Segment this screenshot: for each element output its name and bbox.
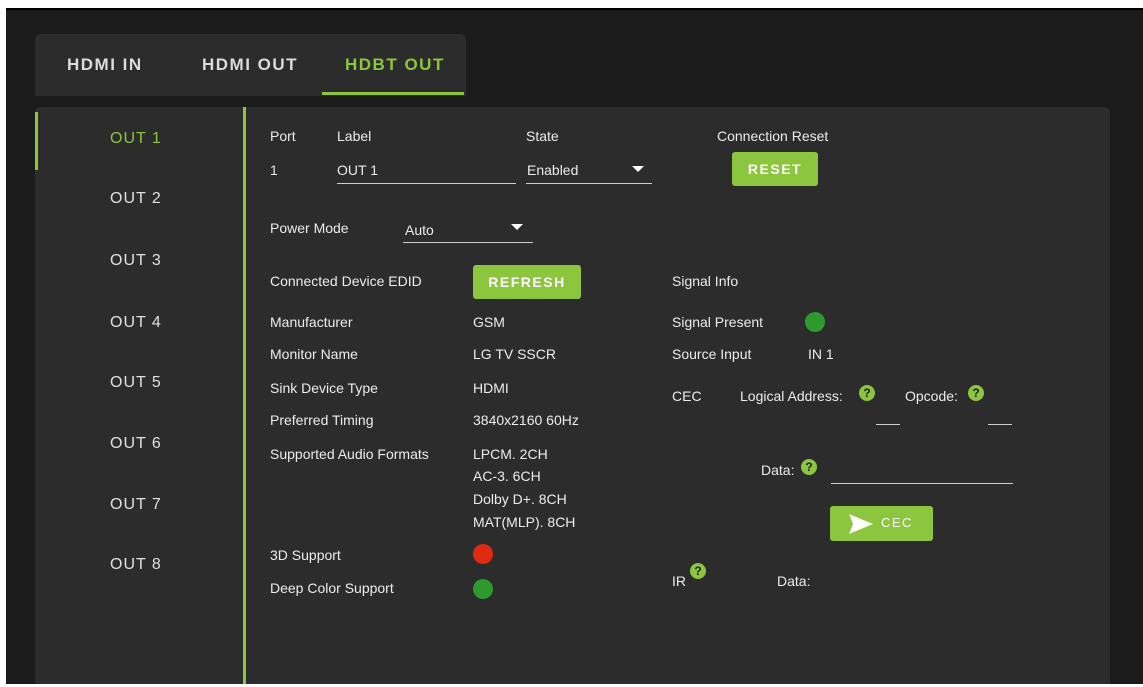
power-mode-underline [403, 242, 533, 243]
sidebar-item-out-1[interactable]: OUT 1 [110, 130, 162, 148]
opcode-input[interactable] [988, 424, 1012, 425]
manufacturer-value: GSM [473, 314, 505, 330]
signal-present-label: Signal Present [672, 314, 764, 330]
3d-support-status-indicator [473, 544, 493, 564]
signal-info-title: Signal Info [672, 273, 739, 289]
output-type-tabs: HDMI IN HDMI OUT HDBT OUT [35, 34, 466, 96]
sidebar-item-out-2[interactable]: OUT 2 [110, 190, 162, 208]
send-cec-button[interactable]: CEC [830, 506, 933, 541]
audio-format-item: AC-3. 6CH [473, 468, 541, 484]
deep-color-status-indicator [473, 579, 493, 599]
window-frame-top [0, 0, 1143, 8]
sidebar-item-out-8[interactable]: OUT 8 [110, 556, 162, 574]
manufacturer-label: Manufacturer [270, 314, 353, 330]
tab-hdmi-in[interactable]: HDMI IN [67, 34, 143, 96]
power-mode-label: Power Mode [270, 220, 349, 236]
ir-label: IR [672, 573, 686, 589]
chevron-down-icon[interactable] [511, 224, 523, 230]
tab-hdbt-out[interactable]: HDBT OUT [345, 34, 445, 96]
monitor-name-value: LG TV SSCR [473, 346, 556, 362]
connection-reset-header: Connection Reset [717, 128, 829, 144]
preferred-timing-label: Preferred Timing [270, 412, 374, 428]
ir-data-label: Data: [777, 573, 811, 589]
state-select-underline [526, 183, 652, 184]
port-header: Port [270, 128, 296, 144]
deep-color-label: Deep Color Support [270, 580, 394, 596]
active-tab-indicator [322, 92, 464, 95]
source-input-label: Source Input [672, 346, 752, 362]
reset-button[interactable]: RESET [732, 152, 818, 186]
power-mode-value[interactable]: Auto [405, 222, 434, 238]
sidebar-item-out-5[interactable]: OUT 5 [110, 374, 162, 392]
sidebar-item-out-7[interactable]: OUT 7 [110, 496, 162, 514]
signal-present-indicator [805, 312, 825, 332]
edid-title: Connected Device EDID [270, 273, 422, 289]
preferred-timing-value: 3840x2160 60Hz [473, 412, 579, 428]
state-header: State [526, 128, 559, 144]
audio-formats-label: Supported Audio Formats [270, 446, 429, 462]
sink-type-label: Sink Device Type [270, 380, 378, 396]
audio-format-item: LPCM. 2CH [473, 446, 548, 462]
sidebar-item-out-3[interactable]: OUT 3 [110, 252, 162, 270]
state-select-value[interactable]: Enabled [527, 162, 578, 178]
send-icon [849, 514, 873, 534]
help-icon[interactable]: ? [690, 563, 706, 579]
tab-hdmi-out[interactable]: HDMI OUT [202, 34, 298, 96]
audio-format-item: Dolby D+. 8CH [473, 491, 567, 507]
opcode-label: Opcode: [905, 388, 958, 404]
sidebar-divider [243, 107, 246, 687]
label-header: Label [337, 128, 372, 144]
help-icon[interactable]: ? [801, 459, 817, 475]
cec-data-input[interactable] [831, 483, 1013, 484]
refresh-button[interactable]: REFRESH [473, 265, 581, 299]
label-field-underline [337, 183, 516, 184]
logical-address-input[interactable] [876, 424, 900, 425]
window-frame-top-shadow [0, 8, 1143, 10]
help-icon[interactable]: ? [968, 385, 984, 401]
audio-format-item: MAT(MLP). 8CH [473, 514, 576, 530]
sink-type-value: HDMI [473, 380, 509, 396]
logical-address-label: Logical Address: [740, 388, 843, 404]
help-icon[interactable]: ? [859, 385, 875, 401]
sidebar-item-out-4[interactable]: OUT 4 [110, 314, 162, 332]
sidebar-item-out-6[interactable]: OUT 6 [110, 435, 162, 453]
label-field-value[interactable]: OUT 1 [337, 162, 378, 178]
monitor-name-label: Monitor Name [270, 346, 358, 362]
source-input-value: IN 1 [808, 346, 834, 362]
cec-data-label: Data: [761, 462, 795, 478]
port-number: 1 [270, 162, 278, 178]
chevron-down-icon[interactable] [632, 166, 644, 172]
cec-label: CEC [672, 388, 702, 404]
send-cec-button-label[interactable]: CEC [881, 515, 913, 530]
window-frame-left [0, 0, 6, 687]
3d-support-label: 3D Support [270, 547, 341, 563]
sidebar-active-indicator [35, 112, 38, 170]
